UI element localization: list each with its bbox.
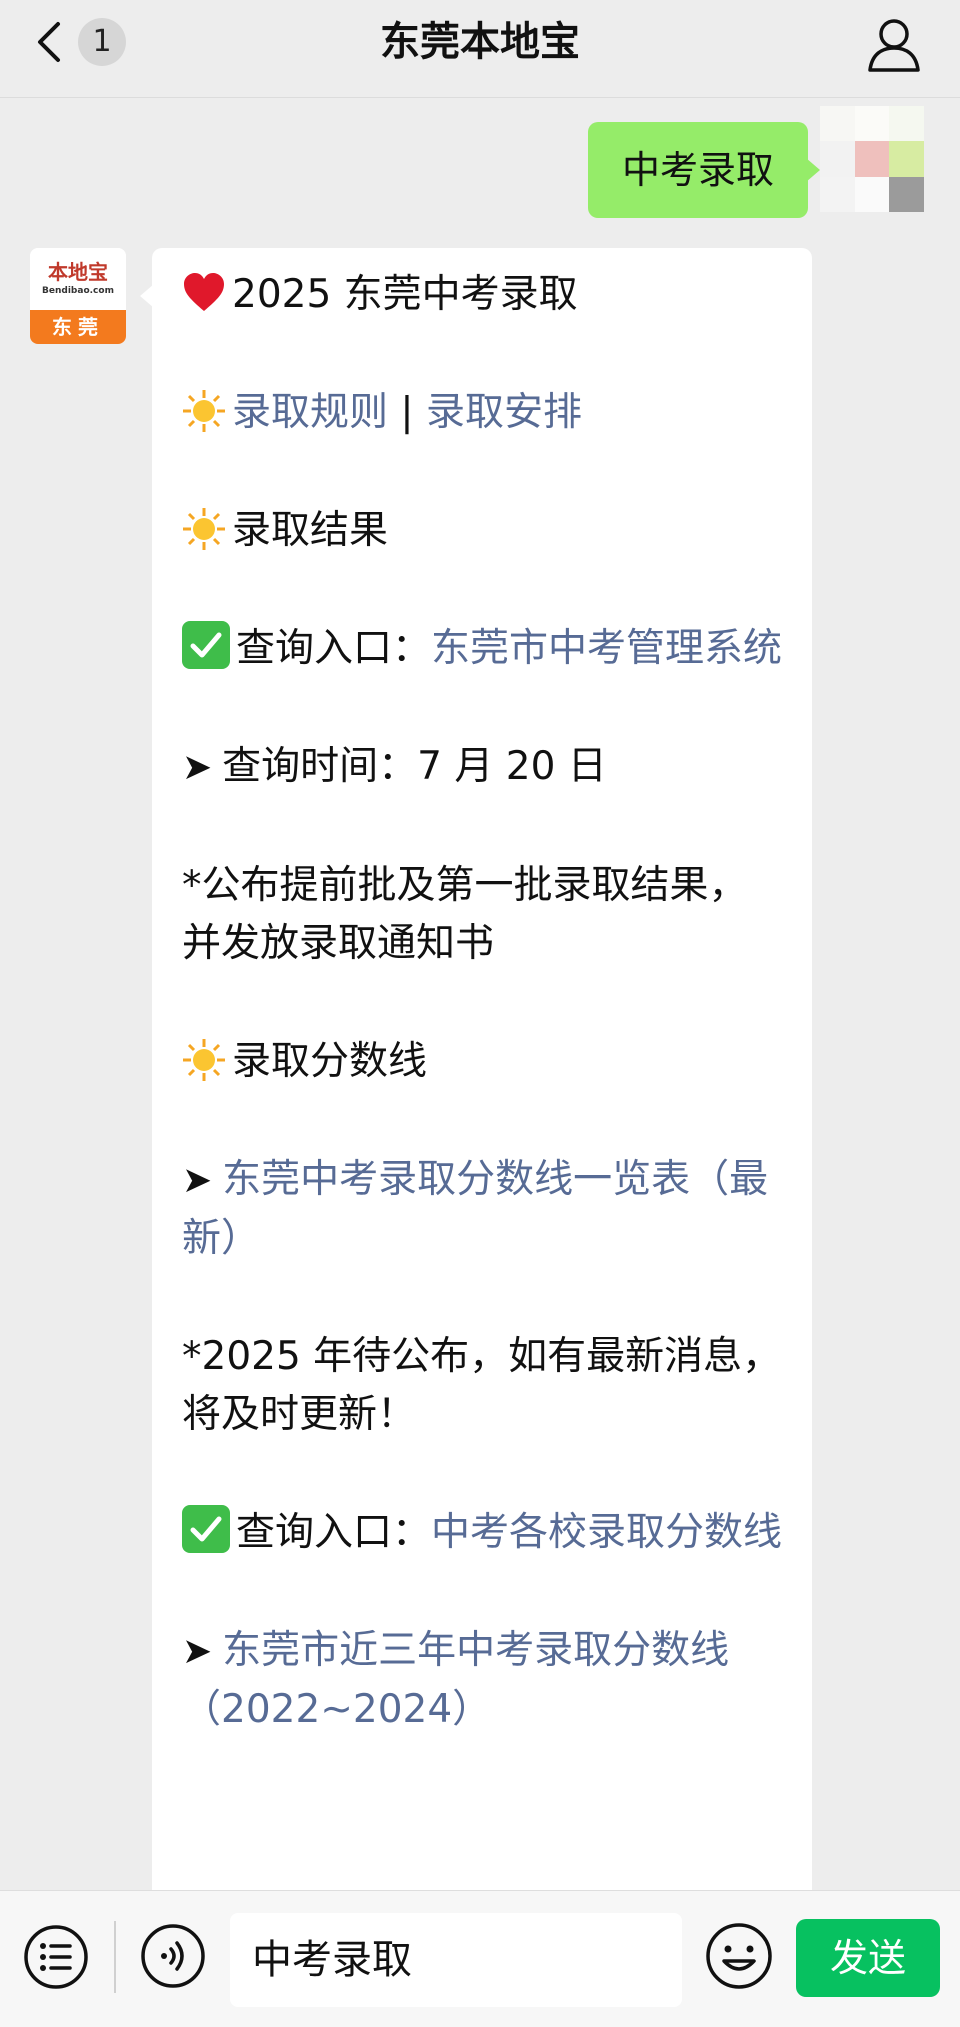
user-message-bubble[interactable]: 中考录取 (588, 122, 820, 218)
school-scores-link[interactable]: 中考各校录取分数线 (431, 1510, 782, 1555)
menu-list-icon[interactable] (22, 1923, 90, 1991)
score-table-line: ➤ 东莞中考录取分数线一览表（最新） (182, 1151, 786, 1268)
query-time-line: ➤ 查询时间：7 月 20 日 (182, 738, 786, 797)
avatar-city-text: 东莞 (30, 310, 126, 344)
checkmark-icon (182, 1505, 230, 1553)
avatar-domain-text: Bendibao.com (42, 286, 114, 296)
query-entry-label: 查询入口： (236, 626, 432, 671)
back-button[interactable]: 1 (30, 14, 140, 70)
message-input[interactable] (230, 1913, 682, 2007)
checkmark-icon (182, 621, 230, 669)
result-heading-line: 录取结果 (182, 502, 786, 560)
score-heading: 录取分数线 (232, 1039, 428, 1084)
query-entry-line: 查询入口：东莞市中考管理系统 (182, 620, 786, 678)
arrangement-link[interactable]: 录取安排 (426, 390, 582, 435)
message-title-line: 2025 东莞中考录取 (182, 266, 786, 324)
sun-icon (183, 1039, 225, 1081)
input-bar: 发送 (0, 1890, 960, 2027)
arrow-right-icon: ➤ (182, 1160, 213, 1201)
message-title: 2025 东莞中考录取 (232, 272, 578, 317)
query-system-link[interactable]: 东莞市中考管理系统 (431, 626, 782, 671)
divider (114, 1921, 116, 1993)
chevron-left-icon (38, 22, 60, 62)
heart-icon (184, 273, 224, 311)
score-entry-label: 查询入口： (236, 1510, 432, 1555)
rules-link[interactable]: 录取规则 (232, 390, 388, 435)
sun-icon (183, 508, 225, 550)
pending-note: *2025 年待公布，如有最新消息，将及时更新！ (182, 1334, 782, 1437)
arrow-right-icon: ➤ (182, 1631, 213, 1672)
arrow-right-icon: ➤ (182, 747, 213, 788)
publish-note: *公布提前批及第一批录取结果，并发放录取通知书 (182, 863, 748, 966)
three-year-line: ➤ 东莞市近三年中考录取分数线（2022~2024） (182, 1622, 786, 1739)
top-nav-bar: 东莞本地宝 1 (0, 0, 960, 98)
profile-icon[interactable] (864, 14, 924, 74)
query-time: 查询时间：7 月 20 日 (222, 744, 607, 789)
score-entry-line: 查询入口：中考各校录取分数线 (182, 1504, 786, 1562)
bot-message-bubble: 2025 东莞中考录取 录取规则 | 录取安排 录取结果 查询入口：东莞市中考管… (140, 248, 812, 1890)
score-table-link[interactable]: 东莞中考录取分数线一览表（最新） (182, 1157, 768, 1261)
link-separator: | (388, 390, 426, 435)
send-button[interactable]: 发送 (796, 1919, 940, 1997)
voice-icon[interactable] (140, 1923, 206, 1989)
chat-area[interactable]: 中考录取 本地宝 Bendibao.com 东莞 2025 东莞中考录取 录取规… (0, 98, 960, 1890)
score-heading-line: 录取分数线 (182, 1033, 786, 1091)
rules-line: 录取规则 | 录取安排 (182, 384, 786, 442)
user-avatar[interactable] (820, 106, 924, 212)
emoji-icon[interactable] (704, 1921, 774, 1991)
avatar-logo-text: 本地宝 (48, 260, 108, 284)
unread-badge: 1 (78, 18, 126, 66)
chat-title: 东莞本地宝 (380, 19, 580, 65)
three-year-scores-link[interactable]: 东莞市近三年中考录取分数线（2022~2024） (182, 1628, 729, 1732)
bot-avatar[interactable]: 本地宝 Bendibao.com 东莞 (30, 248, 126, 344)
result-heading: 录取结果 (232, 508, 389, 553)
sun-icon (183, 390, 225, 432)
